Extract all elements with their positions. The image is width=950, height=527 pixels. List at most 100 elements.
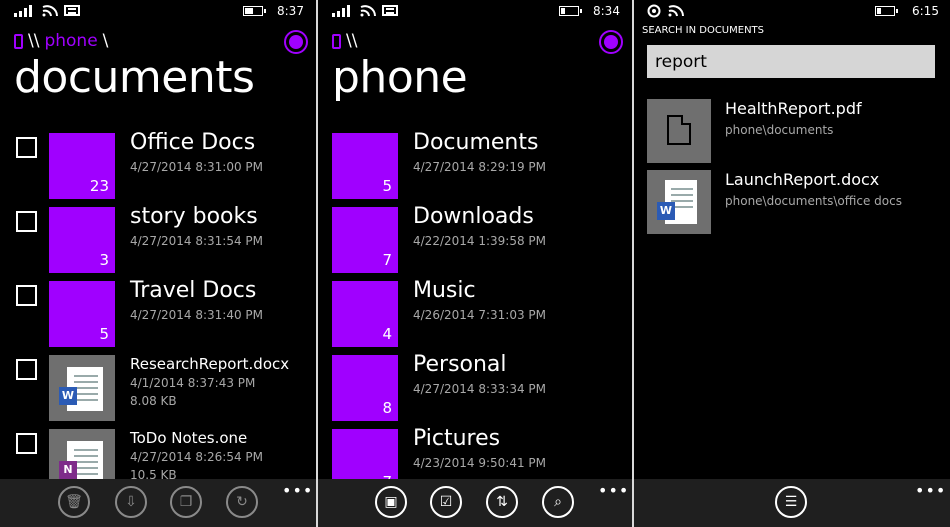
checklist-icon: ☑ [439,494,453,510]
phone-icon [14,33,23,49]
select-checkbox[interactable] [16,359,37,380]
sim-icon [64,5,80,16]
search-result[interactable]: W LaunchReport.docx phone\documents\offi… [647,170,937,234]
select-checkbox[interactable] [16,211,37,232]
app-bar: ☰ ••• [634,479,950,527]
item-date: 4/27/2014 8:33:34 PM [413,382,547,396]
sync-status-icon[interactable] [284,30,308,54]
sort-icon: ⇅ [496,494,508,510]
wifi-icon [42,5,58,17]
location-icon [647,4,661,18]
word-file-icon[interactable]: W [49,355,115,421]
item-name: ToDo Notes.one [130,429,248,447]
item-name: story books [130,204,258,229]
item-name: Downloads [413,204,534,229]
item-date: 4/27/2014 8:29:19 PM [413,160,547,174]
clock: 8:34 [593,4,620,18]
file-list: 23 Office Docs 4/27/2014 8:31:00 PM 3 st… [0,130,316,503]
result-path: phone\documents [725,123,834,137]
word-badge: W [657,202,675,220]
clock: 8:37 [277,4,304,18]
search-result[interactable]: HealthReport.pdf phone\documents [647,99,937,163]
word-file-icon: W [647,170,711,234]
list-item[interactable]: W ResearchReport.docx 4/1/2014 8:37:43 P… [0,355,316,429]
phone-screen: 8:34 \\ phone 5 Documents 4/27/2014 8:29… [318,0,632,527]
folder-move-icon: ⇩ [125,494,137,510]
list-view-button[interactable]: ☰ [775,486,807,518]
search-input[interactable] [647,45,935,78]
select-checkbox[interactable] [16,433,37,454]
status-bar: 6:15 [634,0,950,24]
item-date: 4/22/2014 1:39:58 PM [413,234,547,248]
item-date: 4/23/2014 9:50:41 PM [413,456,547,470]
new-folder-button[interactable]: ▣ [375,486,407,518]
folder-tile[interactable]: 5 [332,133,398,199]
item-count: 3 [99,251,109,269]
select-checkbox[interactable] [16,137,37,158]
list-item[interactable]: 23 Office Docs 4/27/2014 8:31:00 PM [0,130,316,207]
more-menu-button[interactable]: ••• [282,481,313,500]
more-menu-button[interactable]: ••• [598,481,629,500]
item-count: 4 [382,325,392,343]
item-date: 4/1/2014 8:37:43 PM [130,376,256,390]
item-name: Personal [413,352,507,377]
list-item[interactable]: 5 Documents 4/27/2014 8:29:19 PM [318,130,632,207]
item-date: 4/27/2014 8:31:54 PM [130,234,264,248]
result-name: HealthReport.pdf [725,99,862,118]
signal-icon [332,5,350,17]
folder-tile[interactable]: 4 [332,281,398,347]
delete-button[interactable]: 🗑 [58,486,90,518]
folder-tile[interactable]: 3 [49,207,115,273]
battery-icon [559,6,582,16]
documents-screen: 8:37 \\ phone \ documents 23 Office Docs… [0,0,316,527]
page-title: phone [332,52,468,103]
search-icon: ⌕ [554,494,562,510]
search-screen: 6:15 SEARCH IN DOCUMENTS HealthReport.pd… [634,0,950,527]
folder-tile[interactable]: 7 [332,207,398,273]
signal-icon [14,5,32,17]
select-button[interactable]: ☑ [430,486,462,518]
item-count: 5 [99,325,109,343]
sync-status-icon[interactable] [599,30,623,54]
list-item[interactable]: 3 story books 4/27/2014 8:31:54 PM [0,204,316,281]
item-name: Travel Docs [130,278,257,303]
item-count: 8 [382,399,392,417]
item-name: Pictures [413,426,501,451]
list-item[interactable]: 7 Downloads 4/22/2014 1:39:58 PM [318,204,632,281]
breadcrumb-link-phone[interactable]: phone [44,31,97,51]
word-badge: W [59,387,77,405]
page-title: documents [14,52,255,103]
item-name: Music [413,278,476,303]
list-icon: ☰ [784,494,798,510]
item-name: Office Docs [130,130,256,155]
item-count: 7 [382,251,392,269]
search-label: SEARCH IN DOCUMENTS [642,25,765,36]
list-item[interactable]: 8 Personal 4/27/2014 8:33:34 PM [318,352,632,429]
share-button[interactable]: ↻ [226,486,258,518]
list-item[interactable]: 5 Travel Docs 4/27/2014 8:31:40 PM [0,278,316,355]
folder-tile[interactable]: 5 [49,281,115,347]
item-count: 5 [382,177,392,195]
status-bar: 8:37 [0,0,316,24]
item-count: 23 [89,177,109,195]
result-path: phone\documents\office docs [725,194,902,208]
list-item[interactable]: 4 Music 4/26/2014 7:31:03 PM [318,278,632,355]
folder-tile[interactable]: 8 [332,355,398,421]
pdf-file-icon [647,99,711,163]
search-button[interactable]: ⌕ [542,486,574,518]
copy-button[interactable]: ❐ [170,486,202,518]
sort-button[interactable]: ⇅ [486,486,518,518]
item-name: ResearchReport.docx [130,355,290,373]
select-checkbox[interactable] [16,285,37,306]
folder-tile[interactable]: 23 [49,133,115,199]
breadcrumb-separator: \\ [346,31,358,51]
more-menu-button[interactable]: ••• [915,481,946,500]
wifi-icon [360,5,376,17]
item-name: Documents [413,130,539,155]
refresh-icon: ↻ [236,494,248,510]
breadcrumb-tail: \ [102,31,109,51]
battery-charging-icon [243,6,266,16]
sim-icon [382,5,398,16]
clock: 6:15 [912,4,939,18]
move-button[interactable]: ⇩ [115,486,147,518]
